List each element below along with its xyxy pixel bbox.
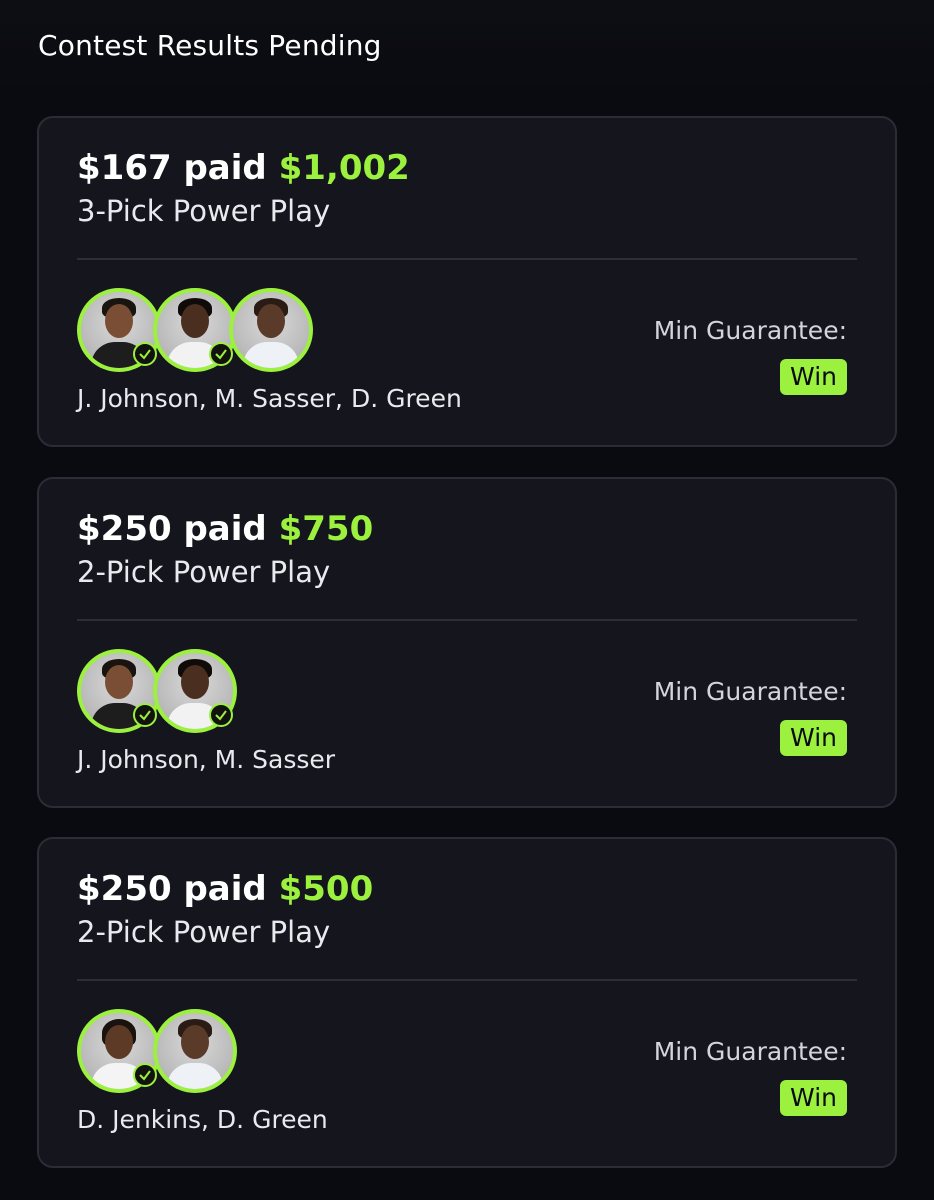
entry-card[interactable]: $250 paid $750 2-Pick Power Play J. John… — [37, 477, 897, 808]
guarantee-label: Min Guarantee: — [653, 1037, 847, 1066]
paid-amount: $167 paid — [77, 148, 267, 188]
contest-type: 2-Pick Power Play — [77, 915, 331, 949]
win-badge: Win — [780, 359, 847, 395]
divider — [77, 619, 857, 621]
page-title: Contest Results Pending — [38, 29, 382, 62]
players-list: J. Johnson, M. Sasser, D. Green — [77, 384, 462, 413]
paid-amount: $250 paid — [77, 509, 267, 549]
check-icon — [133, 703, 157, 727]
entry-card[interactable]: $250 paid $500 2-Pick Power Play D. Jenk… — [37, 837, 897, 1168]
entry-card[interactable]: $167 paid $1,002 3-Pick Power Play J. Jo — [37, 116, 897, 447]
win-badge: Win — [780, 720, 847, 756]
contest-type: 2-Pick Power Play — [77, 555, 331, 589]
paid-amount: $250 paid — [77, 869, 267, 909]
check-icon — [209, 703, 233, 727]
players-list: J. Johnson, M. Sasser — [77, 745, 336, 774]
check-icon — [133, 342, 157, 366]
contest-type: 3-Pick Power Play — [77, 194, 331, 228]
amount-line: $250 paid $750 — [77, 507, 857, 551]
check-icon — [209, 342, 233, 366]
check-icon — [133, 1063, 157, 1087]
guarantee-label: Min Guarantee: — [653, 677, 847, 706]
contest-results-page: Contest Results Pending $167 paid $1,002… — [0, 0, 934, 1200]
amount-line: $250 paid $500 — [77, 867, 857, 911]
player-avatar — [229, 288, 313, 372]
page-header: Contest Results Pending — [0, 0, 934, 96]
payout-amount: $500 — [278, 869, 374, 909]
amount-line: $167 paid $1,002 — [77, 146, 857, 190]
payout-amount: $750 — [278, 509, 374, 549]
players-list: D. Jenkins, D. Green — [77, 1105, 328, 1134]
divider — [77, 979, 857, 981]
min-guarantee: Min Guarantee: Win — [654, 1037, 847, 1116]
divider — [77, 258, 857, 260]
player-avatar — [153, 1009, 237, 1093]
min-guarantee: Min Guarantee: Win — [654, 677, 847, 756]
min-guarantee: Min Guarantee: Win — [654, 316, 847, 395]
guarantee-label: Min Guarantee: — [653, 316, 847, 345]
win-badge: Win — [780, 1080, 847, 1116]
payout-amount: $1,002 — [278, 148, 410, 188]
